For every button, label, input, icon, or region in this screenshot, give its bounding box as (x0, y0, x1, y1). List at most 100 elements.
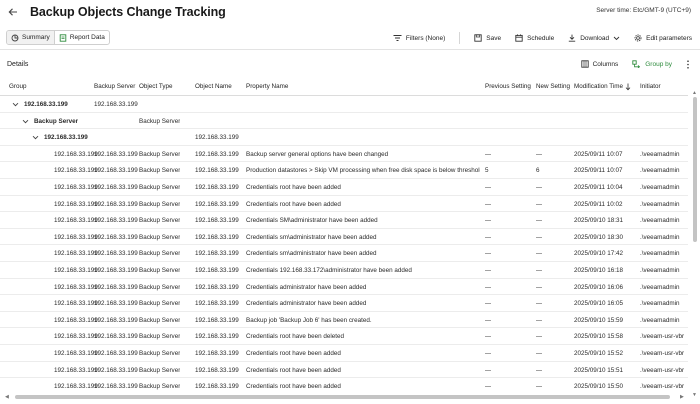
report-data-tab[interactable]: Report Data (53, 31, 109, 44)
cell-initiator: .\veeamadmin (640, 233, 680, 241)
chevron-down-icon[interactable] (12, 101, 19, 108)
cell-backup-server: 192.168.33.199 (94, 267, 138, 274)
table-row[interactable]: 192.168.33.199 192.168.33.199 Backup Serve… (0, 179, 688, 196)
back-button[interactable] (5, 4, 21, 20)
table-row[interactable]: 192.168.33.199 192.168.33.199 Backup Serve… (0, 196, 688, 213)
cell-new-setting: — (536, 250, 543, 258)
cell-property-name: Credentials root have been added (246, 200, 341, 208)
group-by-icon (632, 60, 641, 68)
more-options-button[interactable] (686, 59, 690, 69)
cell-group: 192.168.33.199 (54, 350, 98, 357)
page-title: Backup Objects Change Tracking (30, 5, 226, 19)
cell-backup-server: 192.168.33.199 (94, 350, 138, 357)
column-header-previous-setting[interactable]: Previous Setting (485, 83, 531, 90)
cell-initiator: .\veeamadmin (640, 200, 680, 208)
group-label: 192.168.33.199 (24, 101, 68, 108)
table-row[interactable]: 192.168.33.199 192.168.33.199 Backup Serve… (0, 378, 688, 392)
table-row[interactable]: 192.168.33.199 192.168.33.199 Backup Serve… (0, 362, 688, 379)
cell-new-setting: — (536, 267, 543, 274)
cell-new-setting: — (536, 184, 543, 191)
columns-button[interactable]: Columns (580, 60, 619, 68)
column-header-object-name[interactable]: Object Name (195, 83, 232, 90)
table-row[interactable]: 192.168.33.199 192.168.33.199 Backup Serve… (0, 212, 688, 229)
cell-previous-setting: 5 (485, 167, 489, 175)
cell-new-setting: — (536, 350, 543, 357)
report-data-label: Report Data (69, 34, 105, 41)
cell-property-name: Backup job 'Backup Job 6' has been creat… (246, 316, 372, 324)
schedule-button[interactable]: Schedule (515, 34, 554, 42)
cell-previous-setting: — (485, 267, 492, 274)
cell-object-name: 192.168.33.199 (195, 283, 239, 291)
vertical-scrollbar-thumb[interactable] (693, 97, 697, 242)
details-heading: Details (7, 60, 29, 68)
save-button[interactable]: Save (474, 34, 501, 42)
group-row-level-1[interactable]: 192.168.33.199 192.168.33.199 (0, 96, 688, 113)
scroll-left-arrow-icon[interactable]: ◀ (5, 394, 9, 400)
column-header-backup-server[interactable]: Backup Server (94, 83, 135, 90)
details-bar: Details Columns Group by (0, 55, 700, 73)
cell-property-name: Credentials root have been added (246, 366, 341, 374)
cell-property-name: Production datastores > Skip VM processi… (246, 167, 480, 175)
column-header-modification-time[interactable]: Modification Time (574, 83, 623, 90)
scroll-down-arrow-icon[interactable]: ▼ (692, 392, 697, 398)
scroll-right-arrow-icon[interactable]: ▶ (680, 394, 684, 400)
edit-parameters-button[interactable]: Edit parameters (634, 34, 692, 42)
cell-initiator: .\veeamadmin (640, 184, 680, 191)
summary-tab[interactable]: Summary (7, 31, 54, 44)
cell-object-name: 192.168.33.199 (195, 333, 239, 341)
filters-button[interactable]: Filters (None) (393, 34, 445, 42)
title-bar: Backup Objects Change Tracking (0, 0, 700, 24)
group-row-level-3[interactable]: 192.168.33.199 192.168.33.199 (0, 129, 688, 146)
group-by-button[interactable]: Group by (632, 60, 672, 68)
table-row[interactable]: 192.168.33.199 192.168.33.199 Backup Serve… (0, 312, 688, 329)
horizontal-scrollbar-thumb[interactable] (15, 395, 670, 399)
table-row[interactable]: 192.168.33.199 192.168.33.199 Backup Serve… (0, 146, 688, 163)
column-header-group[interactable]: Group (9, 83, 27, 90)
chevron-down-icon[interactable] (22, 118, 29, 125)
cell-object-type: Backup Server (139, 283, 181, 291)
cell-modification-time: 2025/09/11 10:04 (574, 184, 623, 191)
column-header-object-type[interactable]: Object Type (139, 83, 173, 90)
cell-group: 192.168.33.199 (54, 267, 98, 274)
cell-previous-setting: — (485, 300, 492, 308)
cell-group: 192.168.33.199 (54, 383, 98, 391)
group-object-type: Backup Server (139, 117, 181, 125)
cell-backup-server: 192.168.33.199 (94, 200, 138, 208)
cell-backup-server: 192.168.33.199 (94, 184, 138, 191)
cell-new-setting: — (536, 150, 543, 158)
cell-object-type: Backup Server (139, 217, 181, 225)
columns-label: Columns (592, 60, 619, 68)
group-backup-server: 192.168.33.199 (94, 101, 138, 108)
table-row[interactable]: 192.168.33.199 192.168.33.199 Backup Serve… (0, 328, 688, 345)
scroll-up-arrow-icon[interactable]: ▲ (692, 90, 697, 96)
table-row[interactable]: 192.168.33.199 192.168.33.199 Backup Serve… (0, 279, 688, 296)
table-row[interactable]: 192.168.33.199 192.168.33.199 Backup Serve… (0, 345, 688, 362)
summary-icon (11, 34, 19, 41)
cell-new-setting: 6 (536, 167, 540, 175)
table-row[interactable]: 192.168.33.199 192.168.33.199 Backup Serve… (0, 295, 688, 312)
cell-object-name: 192.168.33.199 (195, 233, 239, 241)
chevron-down-icon[interactable] (32, 134, 39, 141)
cell-property-name: Credentials root have been added (246, 184, 341, 191)
cell-initiator: .\veeam-usr-vbr (640, 333, 685, 341)
schedule-label: Schedule (527, 34, 555, 42)
cell-new-setting: — (536, 217, 543, 225)
cell-object-name: 192.168.33.199 (195, 200, 239, 208)
download-button[interactable]: Download (568, 34, 620, 42)
filters-label: Filters (None) (405, 34, 446, 42)
table-row[interactable]: 192.168.33.199 192.168.33.199 Backup Serve… (0, 245, 688, 262)
cell-object-type: Backup Server (139, 184, 181, 191)
cell-object-type: Backup Server (139, 350, 181, 357)
group-by-label: Group by (645, 60, 672, 68)
group-row-level-2[interactable]: Backup Server Backup Server (0, 113, 688, 130)
column-header-initiator[interactable]: Initiator (640, 83, 661, 90)
table-row[interactable]: 192.168.33.199 192.168.33.199 Backup Serve… (0, 162, 688, 179)
toolbar-divider (459, 32, 461, 44)
more-vertical-icon (687, 59, 689, 69)
cell-property-name: Credentials root have been added (246, 350, 341, 357)
table-row[interactable]: 192.168.33.199 192.168.33.199 Backup Serve… (0, 229, 688, 246)
column-header-property-name[interactable]: Property Name (246, 83, 288, 90)
table-row[interactable]: 192.168.33.199 192.168.33.199 Backup Serve… (0, 262, 688, 279)
cell-object-name: 192.168.33.199 (195, 217, 239, 225)
column-header-new-setting[interactable]: New Setting (536, 83, 570, 90)
